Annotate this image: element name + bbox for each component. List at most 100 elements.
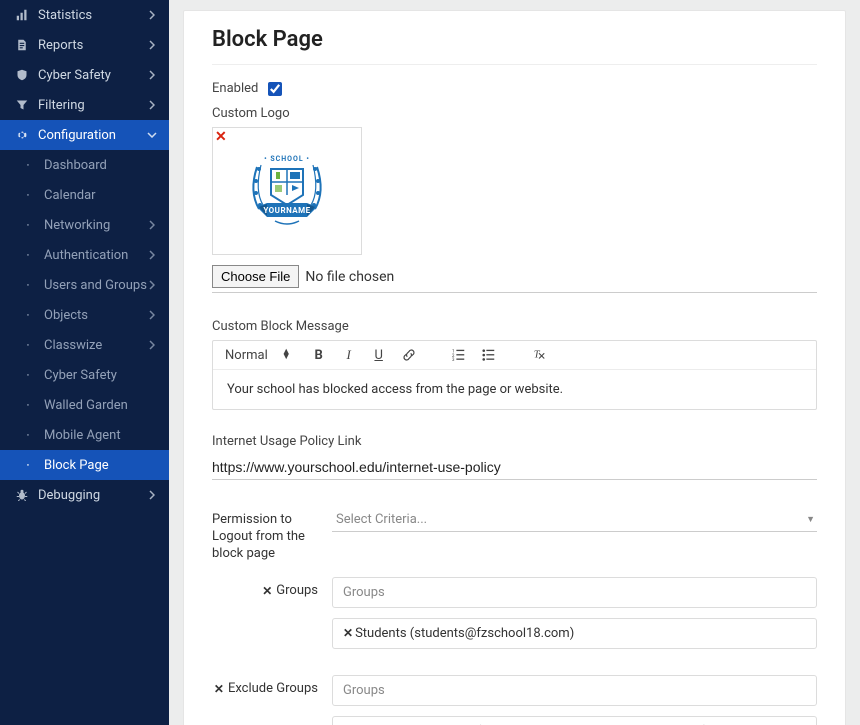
shield-icon — [14, 69, 30, 81]
sidebar-item-cyber-safety[interactable]: Cyber Safety — [0, 60, 169, 90]
gear-icon — [14, 129, 30, 141]
sidebar-item-label: Cyber Safety — [38, 68, 147, 83]
chevron-right-icon — [147, 250, 157, 260]
chevron-right-icon — [147, 340, 157, 350]
bullet-icon: ● — [20, 163, 36, 167]
groups-label: Groups — [276, 583, 318, 600]
svg-text:3: 3 — [452, 358, 455, 362]
remove-group-tag-button[interactable]: ✕ — [343, 626, 353, 640]
page-title: Block Page — [212, 27, 817, 65]
sidebar-item-label: Users and Groups — [44, 278, 147, 293]
svg-text:• SCHOOL •: • SCHOOL • — [264, 155, 310, 163]
main-content: Block Page Enabled Custom Logo ✕ — [169, 0, 860, 725]
sort-icon: ▲▼ — [282, 350, 291, 361]
sidebar-item-label: Networking — [44, 218, 147, 233]
bullet-icon: ● — [20, 223, 36, 227]
sidebar-item-label: Authentication — [44, 248, 147, 263]
bullet-icon: ● — [20, 313, 36, 317]
logo-preview: ✕ • SCHOOL • — [212, 127, 362, 255]
sidebar-subitem-users-and-groups[interactable]: ●Users and Groups — [0, 270, 169, 300]
sidebar-subitem-cyber-safety[interactable]: ● Cyber Safety — [0, 360, 169, 390]
sidebar-item-label: Block Page — [44, 458, 157, 473]
enabled-label: Enabled — [212, 81, 258, 96]
sidebar-subitem-walled-garden[interactable]: ●Walled Garden — [0, 390, 169, 420]
format-select[interactable]: Normal ▲▼ — [223, 348, 297, 363]
bold-button[interactable]: B — [311, 348, 327, 363]
bug-icon — [14, 489, 30, 501]
chevron-right-icon — [147, 280, 157, 290]
sidebar-subitem-networking[interactable]: ● Networking — [0, 210, 169, 240]
clear-format-button[interactable]: T — [531, 348, 547, 362]
ordered-list-button[interactable]: 123 — [451, 348, 467, 362]
sidebar: Statistics Reports Cyber Safety — [0, 0, 169, 725]
sidebar-item-label: Calendar — [44, 188, 157, 203]
unordered-list-button[interactable] — [481, 348, 497, 362]
link-button[interactable] — [401, 348, 417, 362]
block-page-panel: Block Page Enabled Custom Logo ✕ — [183, 10, 846, 725]
permission-logout-label: Permission to Logout from the block page — [212, 508, 332, 563]
statistics-icon — [14, 9, 30, 21]
sidebar-item-reports[interactable]: Reports — [0, 30, 169, 60]
sidebar-item-label: Statistics — [38, 8, 147, 23]
policy-link-input[interactable] — [212, 455, 817, 480]
sidebar-subitem-calendar[interactable]: ● Calendar — [0, 180, 169, 210]
chevron-down-icon — [147, 132, 157, 138]
italic-button[interactable]: I — [341, 347, 357, 363]
bullet-icon: ● — [20, 463, 36, 467]
groups-tag: ✕ Students (students@fzschool18.com) — [332, 618, 817, 649]
chevron-right-icon — [147, 490, 157, 500]
bullet-icon: ● — [20, 373, 36, 377]
sidebar-subitem-dashboard[interactable]: ● Dashboard — [0, 150, 169, 180]
sidebar-item-label: Debugging — [38, 488, 147, 503]
bullet-icon: ● — [20, 403, 36, 407]
svg-text:YOURNAME: YOURNAME — [263, 206, 310, 215]
chevron-right-icon — [147, 310, 157, 320]
format-select-value: Normal — [225, 348, 268, 363]
sidebar-item-filtering[interactable]: Filtering — [0, 90, 169, 120]
criteria-select[interactable]: Select Criteria... ▼ — [332, 508, 817, 532]
chevron-right-icon — [147, 70, 157, 80]
caret-down-icon: ▼ — [806, 514, 815, 525]
choose-file-button[interactable]: Choose File — [212, 265, 299, 288]
bullet-icon: ● — [20, 253, 36, 257]
svg-text:T: T — [533, 350, 540, 361]
groups-input[interactable]: Groups — [332, 577, 817, 608]
sidebar-item-configuration[interactable]: Configuration — [0, 120, 169, 150]
groups-tag-text: Students (students@fzschool18.com) — [355, 626, 574, 641]
chevron-right-icon — [147, 100, 157, 110]
sidebar-item-statistics[interactable]: Statistics — [0, 0, 169, 30]
sidebar-subitem-block-page[interactable]: ● Block Page — [0, 450, 169, 480]
file-status: No file chosen — [305, 269, 394, 285]
sidebar-item-label: Reports — [38, 38, 147, 53]
sidebar-item-label: Classwize — [44, 338, 147, 353]
block-message-body[interactable]: Your school has blocked access from the … — [213, 370, 816, 409]
bullet-icon: ● — [20, 433, 36, 437]
filter-icon — [14, 99, 30, 111]
bullet-icon: ● — [20, 193, 36, 197]
sidebar-subitem-authentication[interactable]: ● Authentication — [0, 240, 169, 270]
remove-logo-button[interactable]: ✕ — [215, 130, 227, 144]
report-icon — [14, 39, 30, 51]
policy-link-label: Internet Usage Policy Link — [212, 434, 817, 449]
sidebar-subitem-classwize[interactable]: ● Classwize — [0, 330, 169, 360]
chevron-right-icon — [147, 220, 157, 230]
rich-text-toolbar: Normal ▲▼ B I U 123 — [213, 341, 816, 370]
groups-placeholder: Groups — [343, 585, 385, 600]
bullet-icon: ● — [20, 343, 36, 347]
underline-button[interactable]: U — [371, 348, 387, 363]
sidebar-subitem-mobile-agent[interactable]: ● Mobile Agent — [0, 420, 169, 450]
sidebar-subitem-objects[interactable]: ● Objects — [0, 300, 169, 330]
exclude-groups-placeholder: Groups — [343, 683, 385, 698]
sidebar-item-debugging[interactable]: Debugging — [0, 480, 169, 510]
sidebar-item-label: Mobile Agent — [44, 428, 157, 443]
chevron-right-icon — [147, 40, 157, 50]
sidebar-item-label: Dashboard — [44, 158, 157, 173]
enabled-checkbox[interactable] — [268, 82, 282, 96]
criteria-select-placeholder: Select Criteria... — [336, 512, 427, 527]
sidebar-item-label: Objects — [44, 308, 147, 323]
exclude-groups-input[interactable]: Groups — [332, 675, 817, 706]
sidebar-item-label: Cyber Safety — [44, 368, 157, 383]
remove-groups-criteria-button[interactable]: ✕ — [262, 583, 272, 600]
exclude-groups-tag: ✕ Classroom Teachers (classroom_teachers… — [332, 716, 817, 725]
remove-exclude-criteria-button[interactable]: ✕ — [214, 681, 224, 698]
